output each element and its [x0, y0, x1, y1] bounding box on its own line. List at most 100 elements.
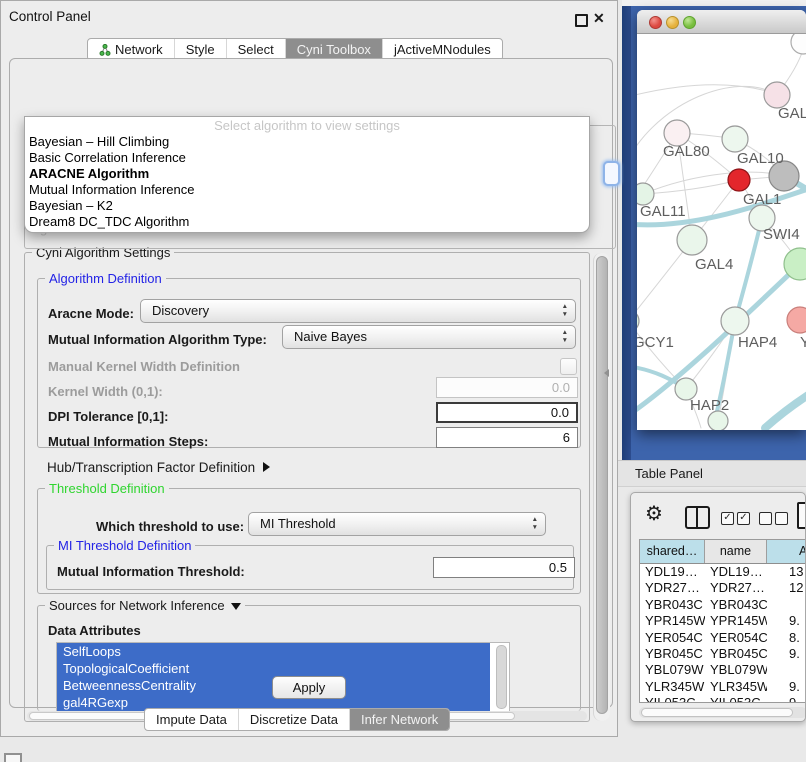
- apply-button[interactable]: Apply: [272, 676, 346, 699]
- network-node[interactable]: [791, 34, 806, 54]
- network-node-gcy1[interactable]: [637, 310, 639, 332]
- gear-icon[interactable]: ⚙: [645, 501, 663, 526]
- algorithm-option-basic-correlation-inference[interactable]: Basic Correlation Inference: [25, 150, 589, 166]
- algorithm-option-bayesian-hill-climbing[interactable]: Bayesian – Hill Climbing: [25, 134, 589, 150]
- tab-select[interactable]: Select: [226, 39, 285, 60]
- traffic-light-close-icon[interactable]: [649, 16, 662, 29]
- node-attribute-table[interactable]: shared…nameA YDL19…YDL19…13YDR27…YDR27…1…: [639, 539, 806, 703]
- unchecked-box-icon[interactable]: [759, 512, 772, 525]
- algorithm-option-bayesian-k2[interactable]: Bayesian – K2: [25, 198, 589, 214]
- column-header-shared[interactable]: shared…: [640, 540, 705, 563]
- table-cell: 9.: [767, 679, 806, 695]
- column-header-a[interactable]: A: [767, 540, 806, 563]
- table-row[interactable]: YDR27…YDR27…12: [640, 580, 806, 596]
- attribute-item-selfloops[interactable]: SelfLoops: [57, 643, 490, 660]
- column-header-name[interactable]: name: [705, 540, 767, 563]
- algorithm-option-mutual-information-inference[interactable]: Mutual Information Inference: [25, 182, 589, 198]
- table-horizontal-thumb[interactable]: [641, 708, 793, 717]
- traffic-light-minimize-icon[interactable]: [666, 16, 679, 29]
- table-row[interactable]: YLR345WYLR345W9.: [640, 679, 806, 695]
- table-cell: YBR045C: [705, 646, 767, 662]
- document-icon[interactable]: [797, 502, 806, 529]
- network-node-gal4[interactable]: [677, 225, 707, 255]
- network-node-gal11[interactable]: [637, 183, 654, 205]
- tab-jactivemnodules[interactable]: jActiveMNodules: [382, 39, 502, 60]
- node-label-gal10: GAL10: [737, 150, 784, 167]
- mi-type-combo[interactable]: Naive Bayes ▲▼: [282, 325, 576, 349]
- focused-combo-stepper[interactable]: [603, 161, 620, 186]
- tab-label: Impute Data: [156, 709, 227, 730]
- table-cell: YIL053C: [705, 695, 767, 703]
- network-node-gal1[interactable]: [728, 169, 750, 191]
- network-edge[interactable]: [643, 180, 739, 194]
- table-panel-bar[interactable]: Table Panel: [618, 460, 806, 487]
- checked-box-icon[interactable]: ✓: [737, 512, 750, 525]
- checked-box-icon[interactable]: ✓: [721, 512, 734, 525]
- table-row[interactable]: YBR045CYBR045C9.: [640, 646, 806, 662]
- network-node-hap4[interactable]: [721, 307, 749, 335]
- threshold-definition-title: Threshold Definition: [45, 481, 169, 496]
- network-edge-thick[interactable]: [765, 388, 806, 428]
- unchecked-box-icon[interactable]: [775, 512, 788, 525]
- hub-definition-label: Hub/Transcription Factor Definition: [47, 460, 255, 475]
- table-body: YDL19…YDL19…13YDR27…YDR27…12YBR043CYBR04…: [640, 564, 806, 703]
- sources-group-title[interactable]: Sources for Network Inference: [45, 598, 245, 613]
- combo-stepper-icon: ▲▼: [532, 516, 538, 532]
- tab-impute-data[interactable]: Impute Data: [145, 709, 238, 730]
- tab-infer-network[interactable]: Infer Network: [349, 709, 449, 730]
- dpi-tolerance-field[interactable]: 0.0: [436, 402, 578, 423]
- screen: Control Panel ✕ Network Style SelectCyni T…: [0, 0, 806, 762]
- mi-threshold-group-title: MI Threshold Definition: [54, 538, 195, 553]
- table-cell: YDL19…: [640, 564, 705, 580]
- network-node-gal10[interactable]: [722, 126, 748, 152]
- tab-style[interactable]: Style: [174, 39, 226, 60]
- algorithm-option-dream8-dc-tdc-algorithm[interactable]: Dream8 DC_TDC Algorithm: [25, 214, 589, 230]
- table-row[interactable]: YBL079WYBL079W: [640, 662, 806, 678]
- which-threshold-label: Which threshold to use:: [96, 519, 244, 534]
- split-columns-icon[interactable]: [685, 506, 710, 529]
- list-scrollbar-thumb[interactable]: [496, 645, 507, 709]
- kernel-width-field[interactable]: 0.0: [436, 377, 578, 398]
- panel-splitter-arrow-icon[interactable]: [604, 369, 609, 377]
- minimized-panel-icon[interactable]: [4, 753, 22, 762]
- table-cell: 9.: [767, 613, 806, 629]
- mi-steps-field[interactable]: 6: [436, 427, 578, 448]
- network-window-titlebar[interactable]: [637, 10, 806, 34]
- table-row[interactable]: YDL19…YDL19…13: [640, 564, 806, 580]
- network-canvas[interactable]: GALGAL80GAL10GAL1SWI4GAL11GAL4GCY1HAP4YH…: [637, 34, 806, 430]
- network-view-window[interactable]: GALGAL80GAL10GAL1SWI4GAL11GAL4GCY1HAP4YH…: [637, 10, 806, 430]
- close-icon[interactable]: ✕: [593, 10, 605, 27]
- tab-network[interactable]: Network: [88, 39, 174, 60]
- attribute-item-topologicalcoefficient[interactable]: TopologicalCoefficient: [57, 660, 490, 677]
- settings-vertical-scrollbar[interactable]: [593, 253, 610, 721]
- tab-label: Network: [115, 39, 163, 60]
- mi-threshold-field[interactable]: 0.5: [433, 557, 575, 578]
- tab-discretize-data[interactable]: Discretize Data: [238, 709, 349, 730]
- which-threshold-combo[interactable]: MI Threshold ▲▼: [248, 512, 546, 536]
- aracne-mode-combo[interactable]: Discovery ▲▼: [140, 299, 576, 323]
- manual-kernel-checkbox[interactable]: [560, 358, 577, 375]
- table-cell: YPR145W: [640, 613, 705, 629]
- tab-label: jActiveMNodules: [394, 39, 491, 60]
- algorithm-dropdown-placeholder: Select algorithm to view settings: [25, 117, 589, 134]
- table-row[interactable]: YPR145WYPR145W9.: [640, 613, 806, 629]
- algorithm-option-aracne-algorithm[interactable]: ARACNE Algorithm: [25, 166, 589, 182]
- settings-vertical-thumb[interactable]: [596, 256, 608, 714]
- table-row[interactable]: YER054CYER054C8.: [640, 630, 806, 646]
- traffic-light-zoom-icon[interactable]: [683, 16, 696, 29]
- table-row[interactable]: YIL053CYIL053C9: [640, 695, 806, 703]
- tab-label: Style: [186, 39, 215, 60]
- expander-arrow-icon: [263, 462, 270, 472]
- network-node-y[interactable]: [787, 307, 806, 333]
- table-cell: [767, 597, 806, 613]
- table-row[interactable]: YBR043CYBR043C: [640, 597, 806, 613]
- table-horizontal-scrollbar[interactable]: [639, 707, 806, 718]
- algorithm-dropdown-popup: Select algorithm to view settings Bayesi…: [24, 116, 590, 233]
- tab-cyni-toolbox[interactable]: Cyni Toolbox: [285, 39, 382, 60]
- control-panel-titlebar[interactable]: Control Panel ✕: [1, 1, 617, 31]
- float-window-icon[interactable]: [575, 14, 588, 27]
- node-label-swi4: SWI4: [763, 226, 800, 243]
- table-cell: YBL079W: [640, 662, 705, 678]
- hub-definition-expander[interactable]: Hub/Transcription Factor Definition: [47, 460, 270, 475]
- network-edge[interactable]: [637, 85, 777, 96]
